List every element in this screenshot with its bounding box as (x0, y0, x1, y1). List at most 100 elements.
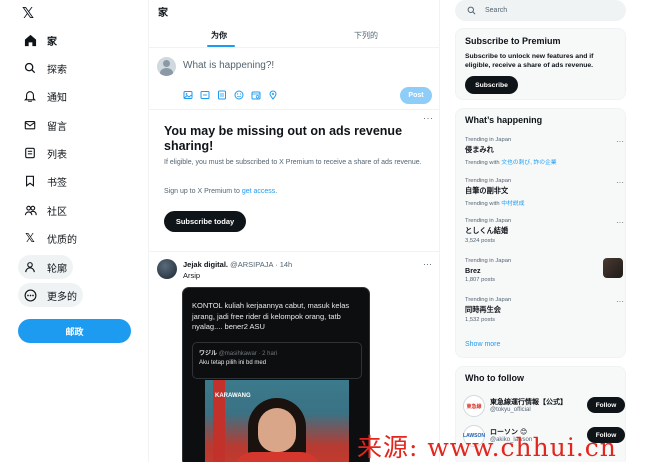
trend-thumbnail (603, 258, 623, 278)
quote-text: Aku tetap pilih ini bd med (199, 360, 267, 366)
more-options-icon[interactable]: ··· (616, 137, 624, 146)
promo-title: You may be missing out on ads revenue sh… (164, 124, 403, 153)
bell-icon (23, 89, 37, 103)
tweet-header: Jejak digital. @ARSIPAJA · 14h (183, 260, 292, 269)
trend-meta: Trending in Japan (465, 297, 512, 303)
whats-happening-card: What’s happening Trending in Japan 侵まみれ … (455, 108, 626, 358)
nav-item-more[interactable]: 更多的 (18, 283, 83, 307)
trend-meta: Trending in Japan (465, 218, 512, 224)
trend-name: としくん結婚 (465, 226, 509, 235)
more-options-icon[interactable]: ··· (616, 218, 624, 227)
watermark: 来源: www.chhui.cn (357, 433, 617, 462)
promo-signup-text: Sign up to X Premium to get access. (164, 188, 277, 195)
follow-user-name[interactable]: 東急線運行情報【公式】 (490, 397, 567, 407)
tab-active-indicator (207, 45, 235, 47)
trend-with-links[interactable]: 文也の刺び, 詐の企業 (501, 160, 556, 166)
right-sidebar: Search Subscribe to Premium Subscribe to… (440, 0, 646, 462)
nav-label-lists: 列表 (47, 149, 67, 161)
gif-icon[interactable] (200, 90, 210, 100)
more-options-icon[interactable]: ··· (616, 178, 624, 187)
nav-item-bookmarks[interactable]: 书签 (18, 169, 73, 193)
trend-with-links[interactable]: 中村説成 (501, 201, 524, 207)
trend-item[interactable]: Trending in Japan としくん結婚 3,524 posts ··· (465, 218, 624, 244)
trend-count: 3,524 posts (465, 238, 495, 244)
bookmark-icon (23, 174, 37, 188)
show-more-link[interactable]: Show more (465, 341, 500, 348)
tweet-text: Arsip (183, 271, 201, 280)
location-icon[interactable] (268, 90, 278, 100)
compose-input[interactable]: What is happening?! (183, 60, 274, 71)
more-options-icon[interactable]: ··· (423, 259, 432, 269)
tweet-time[interactable]: · 14h (275, 260, 292, 269)
premium-body: Subscribe to unlock new features and if … (465, 53, 594, 69)
trend-name: 侵まみれ (465, 145, 494, 154)
home-icon (23, 33, 37, 47)
tweet-author-handle[interactable]: @ARSIPAJA (230, 260, 273, 269)
ads-revenue-promo: ··· You may be missing out on ads revenu… (149, 110, 439, 252)
search-placeholder: Search (485, 7, 508, 14)
subscribe-today-button[interactable]: Subscribe today (164, 211, 246, 232)
mail-icon (23, 118, 37, 132)
list-icon[interactable] (217, 90, 227, 100)
compose-post-button[interactable]: Post (400, 87, 432, 104)
nav-label-bookmarks: 书签 (47, 177, 67, 189)
trend-with: Trending with 文也の刺び, 詐の企業 (465, 157, 620, 166)
trend-item[interactable]: Trending in Japan 自筆の副非文 Trending with 中… (465, 178, 624, 207)
more-options-icon[interactable]: ··· (616, 297, 624, 306)
tab-following[interactable]: 下列的 (354, 30, 378, 41)
trend-meta: Trending in Japan (465, 178, 512, 184)
nav-item-messages[interactable]: 留言 (18, 113, 73, 137)
subscribe-button[interactable]: Subscribe (465, 76, 518, 94)
avatar[interactable]: 東急線 (463, 395, 485, 417)
follow-button[interactable]: Follow (587, 397, 625, 413)
left-nav: 𝕏 家 探索 通知 留言 列表 书签 社区 𝕏 优质的 轮廓 更多的 邮政 (0, 0, 148, 462)
nav-item-explore[interactable]: 探索 (18, 56, 73, 80)
search-icon (467, 6, 476, 15)
trend-count: 1,532 posts (465, 317, 495, 323)
promo-link-prefix: Sign up to X Premium to (164, 188, 242, 195)
trend-with-prefix: Trending with (465, 201, 502, 207)
trend-name: Brez (465, 266, 481, 275)
photo-face (258, 408, 296, 452)
banner-text: KARAWANG (215, 393, 251, 399)
person-icon (23, 260, 37, 274)
nav-label-messages: 留言 (47, 121, 67, 133)
trend-with-prefix: Trending with (465, 160, 502, 166)
nav-item-communities[interactable]: 社区 (18, 198, 73, 222)
follow-title: Who to follow (465, 373, 524, 383)
trend-item[interactable]: Trending in Japan 同時再生会 1,532 posts ··· (465, 297, 624, 323)
media-photo: KARAWANG (205, 380, 349, 462)
search-input[interactable]: Search (455, 0, 626, 21)
nav-item-lists[interactable]: 列表 (18, 141, 73, 165)
nav-label-communities: 社区 (47, 206, 67, 218)
nav-item-profile[interactable]: 轮廓 (18, 255, 73, 279)
trend-count: 1,807 posts (465, 277, 495, 283)
post-button[interactable]: 邮政 (18, 319, 131, 343)
emoji-icon[interactable] (234, 90, 244, 100)
promo-get-access-link[interactable]: get access (242, 188, 275, 195)
tweet-author-name[interactable]: Jejak digital. (183, 260, 228, 269)
nav-label-premium: 优质的 (47, 234, 77, 246)
more-circle-icon (23, 288, 37, 302)
nav-item-premium[interactable]: 𝕏 优质的 (18, 226, 83, 250)
x-logo-icon[interactable]: 𝕏 (22, 4, 34, 22)
follow-suggestion[interactable]: 東急線 東急線運行情報【公式】 @tokyu_official Follow (463, 395, 625, 419)
trend-item[interactable]: Trending in Japan Brez 1,807 posts (465, 258, 623, 283)
tweet-media[interactable]: KONTOL kuliah kerjaannya cabut, masuk ke… (182, 287, 370, 462)
nav-item-notifications[interactable]: 通知 (18, 84, 73, 108)
nav-label-home: 家 (47, 36, 57, 48)
quote-header: ワジル @masihkawar · 2 hari (199, 348, 277, 357)
nav-label-profile: 轮廓 (47, 263, 67, 275)
schedule-icon[interactable] (251, 90, 261, 100)
tab-for-you[interactable]: 为你 (211, 30, 227, 41)
trend-item[interactable]: Trending in Japan 侵まみれ Trending with 文也の… (465, 137, 624, 166)
more-options-icon[interactable]: ··· (423, 113, 434, 123)
avatar[interactable] (157, 259, 177, 279)
image-icon[interactable] (183, 90, 193, 100)
timeline-tabs: 为你 下列的 (149, 26, 439, 48)
quote-author-handle: @masihkawar · 2 hari (218, 351, 278, 357)
follow-user-handle[interactable]: @tokyu_official (490, 407, 531, 413)
avatar[interactable] (157, 57, 176, 76)
nav-item-home[interactable]: 家 (18, 28, 63, 52)
quoted-tweet: ワジル @masihkawar · 2 hari Aku tetap pilih… (192, 342, 362, 379)
